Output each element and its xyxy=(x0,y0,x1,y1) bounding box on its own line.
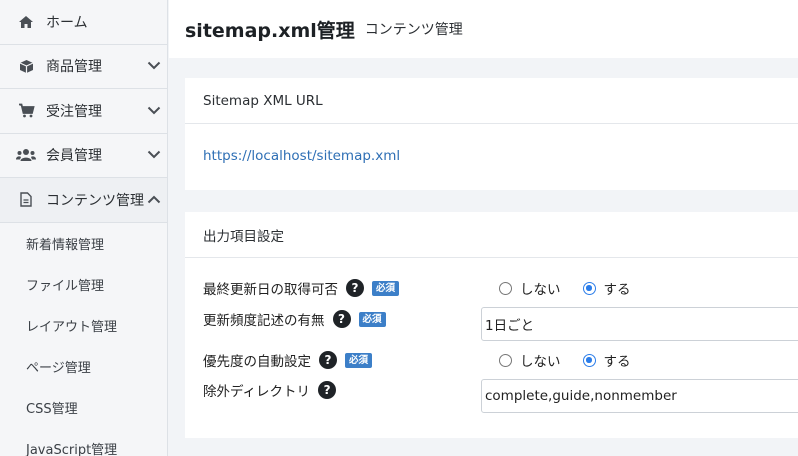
sidebar-item-members[interactable]: 会員管理 xyxy=(0,134,167,178)
radio-checked[interactable] xyxy=(582,353,596,367)
document-icon xyxy=(16,192,36,208)
changefreq-label: 更新頻度記述の有無 xyxy=(203,313,325,329)
sidebar-subitem-css[interactable]: CSS管理 xyxy=(0,387,167,428)
sidebar-item-label: 会員管理 xyxy=(46,148,102,165)
lastmod-row: 最終更新日の取得可否 ? 必須 しない する xyxy=(203,276,798,300)
cart-icon xyxy=(16,103,36,119)
priority-radio-group: しない する xyxy=(499,350,653,370)
card-title: 出力項目設定 xyxy=(185,212,798,258)
sitemap-url-card: Sitemap XML URL https://localhost/sitema… xyxy=(185,78,798,190)
sidebar-subitem-layout[interactable]: レイアウト管理 xyxy=(0,305,167,346)
sidebar-item-home[interactable]: ホーム xyxy=(0,0,167,45)
lastmod-option-no[interactable]: しない xyxy=(499,278,561,298)
radio-label: しない xyxy=(520,354,561,370)
exclude-label: 除外ディレクトリ xyxy=(203,384,311,400)
help-icon[interactable]: ? xyxy=(318,381,337,399)
sidebar-item-contents[interactable]: コンテンツ管理 xyxy=(0,178,167,223)
sidebar-item-label: 受注管理 xyxy=(46,103,102,120)
page-title: sitemap.xml管理 xyxy=(185,19,355,42)
priority-label: 優先度の自動設定 xyxy=(203,354,311,370)
required-badge: 必須 xyxy=(345,352,373,368)
chevron-down-icon xyxy=(147,147,161,163)
radio-label: する xyxy=(603,354,631,370)
home-icon xyxy=(16,14,36,30)
card-title: Sitemap XML URL xyxy=(185,78,798,124)
help-icon[interactable]: ? xyxy=(332,310,351,328)
sidebar-item-label: コンテンツ管理 xyxy=(46,192,144,209)
page-subtitle: コンテンツ管理 xyxy=(364,22,463,38)
lastmod-label: 最終更新日の取得可否 xyxy=(203,282,338,298)
sidebar-subitem-javascript[interactable]: JavaScript管理 xyxy=(0,428,167,456)
sitemap-url-link[interactable]: https://localhost/sitemap.xml xyxy=(203,148,400,164)
radio-unchecked[interactable] xyxy=(499,353,512,367)
radio-unchecked[interactable] xyxy=(499,281,512,295)
page-header: sitemap.xml管理 コンテンツ管理 xyxy=(169,0,798,58)
radio-label: しない xyxy=(520,282,561,298)
changefreq-select[interactable]: 1日ごと xyxy=(481,307,798,341)
sidebar-item-products[interactable]: 商品管理 xyxy=(0,45,167,89)
lastmod-option-yes[interactable]: する xyxy=(582,278,631,298)
required-badge: 必須 xyxy=(372,280,400,296)
sidebar: ホーム 商品管理 受注管理 会員管理 コンテンツ管理 新着情報管理 ファイル管理… xyxy=(0,0,168,456)
sidebar-subitem-news[interactable]: 新着情報管理 xyxy=(0,223,167,264)
priority-row: 優先度の自動設定 ? 必須 しない する xyxy=(203,348,798,372)
help-icon[interactable]: ? xyxy=(319,351,337,369)
help-icon[interactable]: ? xyxy=(346,279,364,297)
required-badge: 必須 xyxy=(358,311,386,327)
priority-option-yes[interactable]: する xyxy=(582,350,631,370)
box-icon xyxy=(16,58,36,74)
users-icon xyxy=(16,147,36,163)
chevron-down-icon xyxy=(147,58,161,74)
sidebar-item-label: ホーム xyxy=(46,14,88,31)
sidebar-item-orders[interactable]: 受注管理 xyxy=(0,89,167,134)
radio-label: する xyxy=(603,282,631,298)
sidebar-item-label: 商品管理 xyxy=(46,59,102,76)
lastmod-radio-group: しない する xyxy=(499,278,653,298)
output-settings-card: 出力項目設定 最終更新日の取得可否 ? 必須 しない する 更新頻度記述の有無 … xyxy=(185,212,798,438)
priority-option-no[interactable]: しない xyxy=(499,350,561,370)
exclude-input[interactable]: complete,guide,nonmember xyxy=(481,379,798,413)
sidebar-subitem-pages[interactable]: ページ管理 xyxy=(0,346,167,387)
chevron-down-icon xyxy=(147,103,161,119)
sidebar-subitem-files[interactable]: ファイル管理 xyxy=(0,264,167,305)
chevron-up-icon xyxy=(147,192,161,208)
radio-checked[interactable] xyxy=(582,281,596,295)
